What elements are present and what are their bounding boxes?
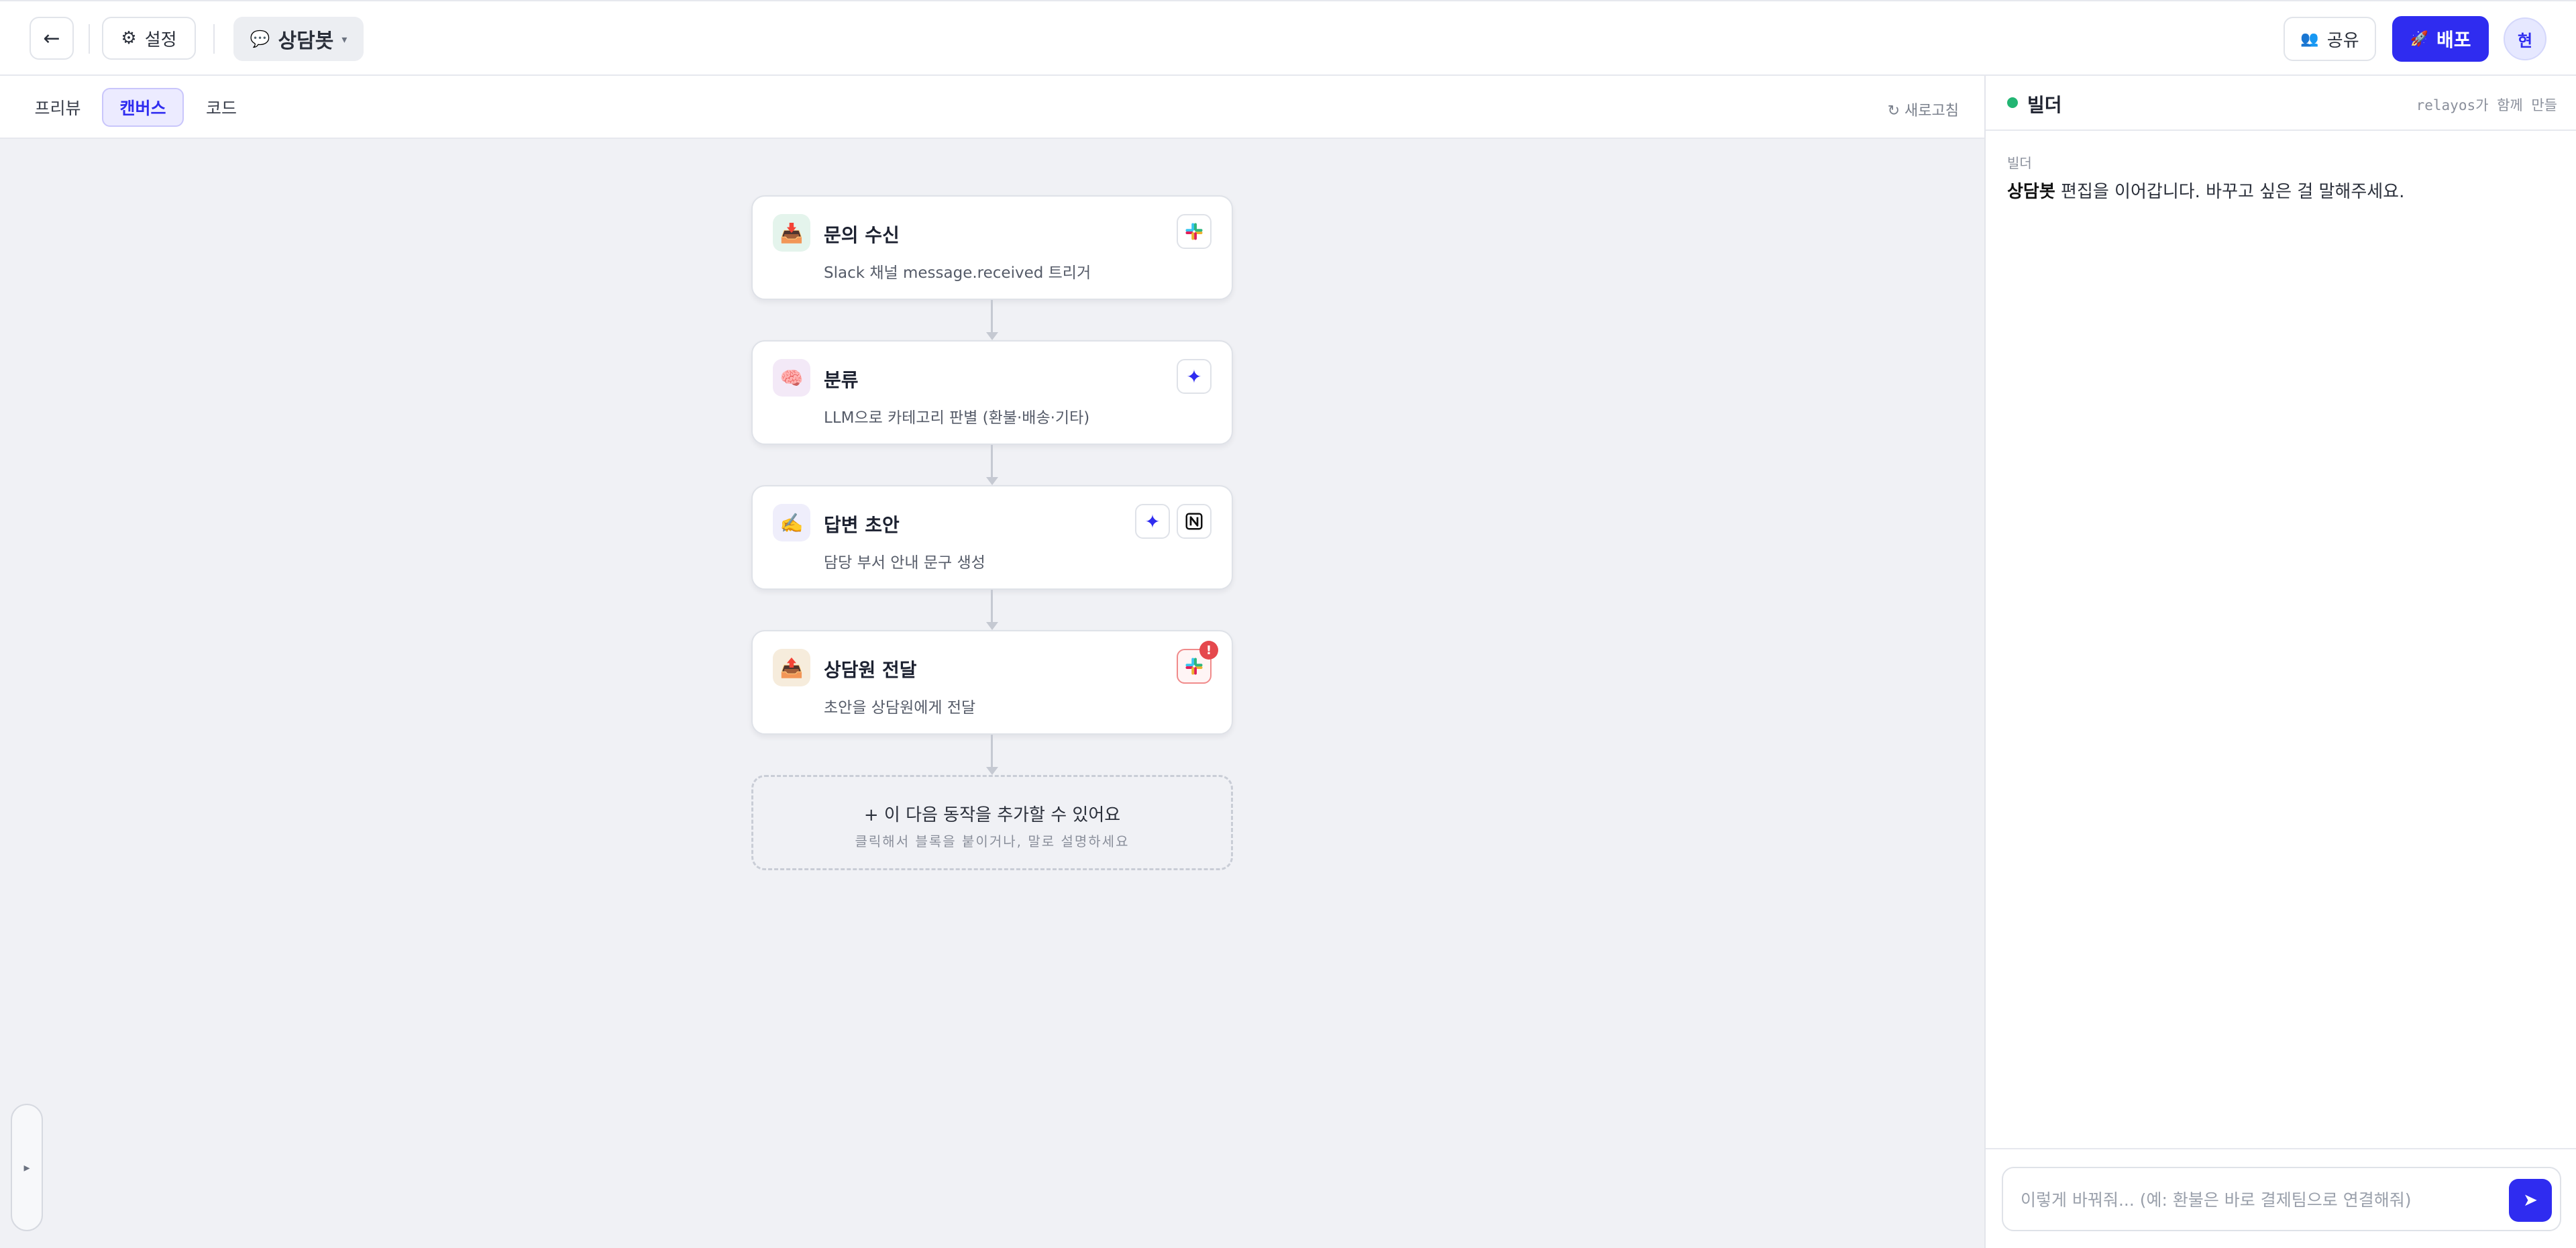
chat-input[interactable]	[2021, 1183, 2504, 1216]
arrow-down-icon	[986, 477, 998, 485]
node-description: 담당 부서 안내 문구 생성	[824, 554, 985, 572]
outbox-tray-icon: 📤	[773, 649, 810, 686]
node-description: LLM으로 카테고리 판별 (환불·배송·기타)	[824, 409, 1090, 427]
arrow-down-icon	[986, 332, 998, 340]
slack-icon[interactable]	[1177, 214, 1212, 249]
expand-panel-handle[interactable]: ▸	[11, 1104, 43, 1231]
builder-hint: relayos가 함께 만들	[2416, 97, 2557, 113]
brain-icon: 🧠	[773, 359, 810, 397]
connector-line	[991, 445, 993, 478]
node-description: 초안을 상담원에게 전달	[824, 699, 976, 717]
builder-header: 빌더 relayos가 함께 만들	[1986, 76, 2576, 131]
send-icon: ➤	[2523, 1190, 2538, 1210]
arrow-down-icon	[986, 622, 998, 630]
builder-panel: 빌더 relayos가 함께 만들 빌더 상담봇 편집을 이어갑니다. 바꾸고 …	[1984, 76, 2576, 1248]
arrow-left-icon: ←	[43, 26, 60, 50]
flow-node-draft-reply[interactable]: ✍️ 답변 초안 담당 부서 안내 문구 생성 ✦	[751, 485, 1233, 590]
divider	[213, 24, 215, 54]
slack-logo	[1185, 223, 1203, 240]
send-button[interactable]: ➤	[2509, 1179, 2552, 1222]
inbox-tray-icon: 📥	[773, 214, 810, 252]
message-body: 편집을 이어갑니다. 바꾸고 싶은 걸 말해주세요.	[2055, 182, 2405, 202]
view-tabs: 프리뷰 캔버스 코드 ↻ 새로고침	[0, 76, 1984, 139]
add-step-placeholder[interactable]: + 이 다음 동작을 추가할 수 있어요 클릭해서 블록을 붙이거나, 말로 설…	[751, 775, 1233, 870]
node-title: 답변 초안	[824, 514, 900, 536]
people-icon: 👥	[2300, 30, 2319, 48]
node-title: 분류	[824, 369, 859, 391]
slack-logo	[1185, 658, 1203, 675]
add-step-subtitle: 클릭해서 블록을 붙이거나, 말로 설명하세요	[855, 833, 1130, 849]
share-label: 공유	[2326, 30, 2359, 51]
notion-icon[interactable]	[1177, 504, 1212, 539]
refresh-button[interactable]: ↻ 새로고침	[1888, 99, 1959, 120]
divider	[89, 24, 90, 54]
deploy-button[interactable]: 🚀 배포	[2392, 16, 2489, 62]
node-title: 문의 수신	[824, 224, 900, 246]
composer: ➤	[2002, 1167, 2561, 1231]
node-description: Slack 채널 message.received 트리거	[824, 264, 1091, 282]
bot-selector[interactable]: 💬 상담봇 ▾	[233, 17, 364, 61]
deploy-label: 배포	[2436, 29, 2471, 51]
settings-label: 설정	[144, 30, 177, 50]
node-title: 상담원 전달	[824, 659, 917, 681]
builder-message: 상담봇 편집을 이어갑니다. 바꾸고 싶은 걸 말해주세요.	[2007, 178, 2404, 203]
gear-icon: ⚙	[121, 28, 137, 48]
tab-canvas[interactable]: 캔버스	[102, 88, 184, 127]
avatar[interactable]: 현	[2504, 17, 2546, 60]
bot-name: 상담봇	[278, 30, 334, 53]
flow-node-classify[interactable]: 🧠 분류 LLM으로 카테고리 판별 (환불·배송·기타) ✦	[751, 340, 1233, 445]
sparkle-icon[interactable]: ✦	[1135, 504, 1170, 539]
settings-button[interactable]: ⚙ 설정	[102, 17, 196, 60]
message-bot-name: 상담봇	[2007, 182, 2055, 202]
writing-hand-icon: ✍️	[773, 504, 810, 541]
chevron-right-icon: ▸	[23, 1160, 30, 1175]
sparkle-icon[interactable]: ✦	[1177, 359, 1212, 394]
chat-bubble-icon: 💬	[250, 30, 270, 48]
connector-line	[991, 735, 993, 768]
back-button[interactable]: ←	[30, 17, 74, 60]
online-status-dot	[2007, 97, 2018, 108]
connector-line	[991, 590, 993, 623]
top-bar: ← ⚙ 설정 💬 상담봇 ▾ 👥 공유 🚀 배포 현	[0, 0, 2576, 76]
message-sender: 빌더	[2007, 155, 2032, 171]
chevron-down-icon: ▾	[341, 32, 347, 46]
tab-code[interactable]: 코드	[193, 88, 250, 127]
flow-node-agent-handoff[interactable]: 📤 상담원 전달 초안을 상담원에게 전달 !	[751, 630, 1233, 735]
flow-canvas: 📥 문의 수신 Slack 채널 message.received 트리거 🧠 …	[0, 139, 1984, 1248]
builder-title: 빌더	[2027, 94, 2062, 116]
slack-icon[interactable]: !	[1177, 641, 1218, 684]
connector-line	[991, 300, 993, 333]
warning-badge: !	[1199, 641, 1218, 660]
rocket-icon: 🚀	[2410, 30, 2428, 48]
arrow-down-icon	[986, 767, 998, 775]
composer-area: ➤	[1986, 1148, 2576, 1248]
add-step-title: + 이 다음 동작을 추가할 수 있어요	[863, 805, 1121, 825]
share-button[interactable]: 👥 공유	[2284, 17, 2376, 61]
tab-preview[interactable]: 프리뷰	[24, 88, 91, 127]
notion-logo	[1185, 513, 1203, 530]
flow-node-inquiry-receive[interactable]: 📥 문의 수신 Slack 채널 message.received 트리거	[751, 195, 1233, 300]
